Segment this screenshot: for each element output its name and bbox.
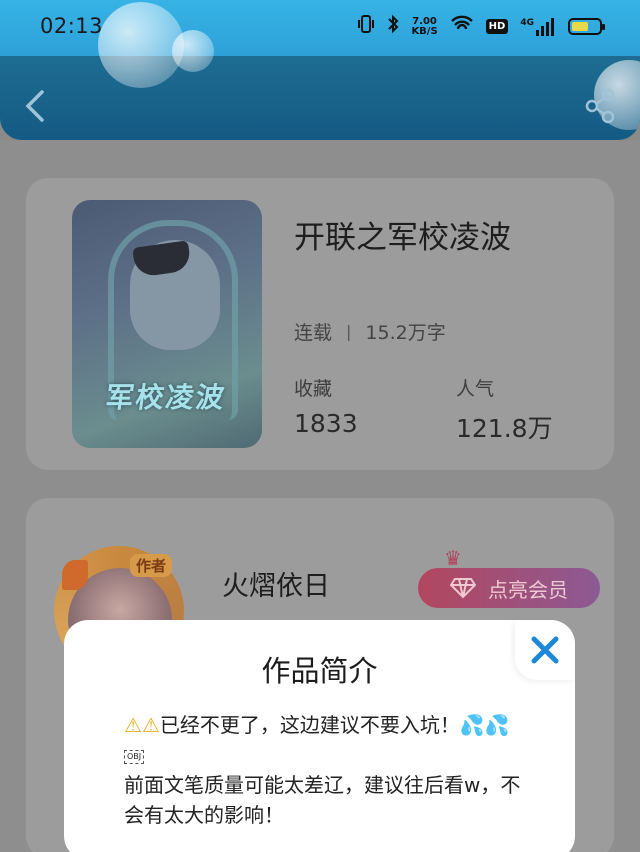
intro-line-1: 已经不更了，这边建议不要入坑！ xyxy=(159,713,460,737)
favorites-label: 收藏 xyxy=(294,378,333,400)
leaf-icon xyxy=(62,560,88,590)
intro-dialog: 作品简介 ⚠⚠已经不更了，这边建议不要入坑！💦💦 OBJ 前面文笔质量可能太差辽，… xyxy=(64,620,575,852)
share-button[interactable] xyxy=(584,88,618,124)
favorites-stat: 收藏 1833 xyxy=(294,374,358,438)
word-count: 15.2万字 xyxy=(365,322,446,344)
crown-icon: ♛ xyxy=(444,546,462,570)
speed-value: 7.00 xyxy=(412,15,437,27)
dialog-title: 作品简介 xyxy=(261,654,378,688)
wifi-icon xyxy=(450,15,474,38)
book-info-card: 军校凌波 开联之军校凌波 连载 | 15.2万字 收藏 1833 人气 121.… xyxy=(26,178,614,470)
chevron-left-icon xyxy=(25,90,44,122)
warning-icon: ⚠⚠ xyxy=(124,713,160,737)
book-title: 开联之军校凌波 xyxy=(294,220,511,256)
battery-level xyxy=(572,22,588,31)
obj-placeholder: OBJ xyxy=(124,749,145,764)
vibrate-icon xyxy=(357,14,375,39)
decor-bubble xyxy=(172,30,214,72)
popularity-stat: 人气 121.8万 xyxy=(456,374,553,445)
top-header: 02:13 7.00 KB/S HD 4G xyxy=(0,0,640,140)
network-speed: 7.00 KB/S xyxy=(411,15,438,37)
bluetooth-icon xyxy=(387,14,399,39)
intro-line-2: 前面文笔质量可能太差辽，建议往后看w，不会有太大的影响！ xyxy=(124,773,521,827)
author-name[interactable]: 火熠依日 xyxy=(222,564,330,603)
meta-separator: | xyxy=(346,322,352,341)
status-icons: 7.00 KB/S HD 4G xyxy=(357,14,605,39)
popularity-label: 人气 xyxy=(456,378,495,400)
status-time: 02:13 xyxy=(40,14,104,38)
book-cover[interactable]: 军校凌波 xyxy=(72,200,262,448)
sweat-droplets-icon: 💦💦 xyxy=(459,713,510,737)
back-button[interactable] xyxy=(20,86,54,126)
vip-button-label: 点亮会员 xyxy=(488,577,568,602)
battery-icon xyxy=(568,18,605,35)
diamond-icon xyxy=(450,578,476,599)
signal-icon: 4G xyxy=(520,17,556,36)
network-type: 4G xyxy=(520,17,534,28)
speed-unit: KB/S xyxy=(411,25,438,37)
author-badge: 作者 xyxy=(130,554,173,577)
hd-icon: HD xyxy=(485,19,509,34)
book-meta: 连载 | 15.2万字 xyxy=(294,318,446,345)
share-icon xyxy=(585,88,615,124)
popularity-value: 121.8万 xyxy=(456,414,553,443)
favorites-value: 1833 xyxy=(294,409,358,438)
book-status: 连载 xyxy=(294,322,333,344)
cover-title-text: 军校凌波 xyxy=(103,381,229,414)
decor-bubble xyxy=(98,2,184,88)
vip-button[interactable]: 点亮会员 xyxy=(418,568,600,608)
intro-text: ⚠⚠已经不更了，这边建议不要入坑！💦💦 OBJ 前面文笔质量可能太差辽，建议往后看… xyxy=(124,710,524,830)
